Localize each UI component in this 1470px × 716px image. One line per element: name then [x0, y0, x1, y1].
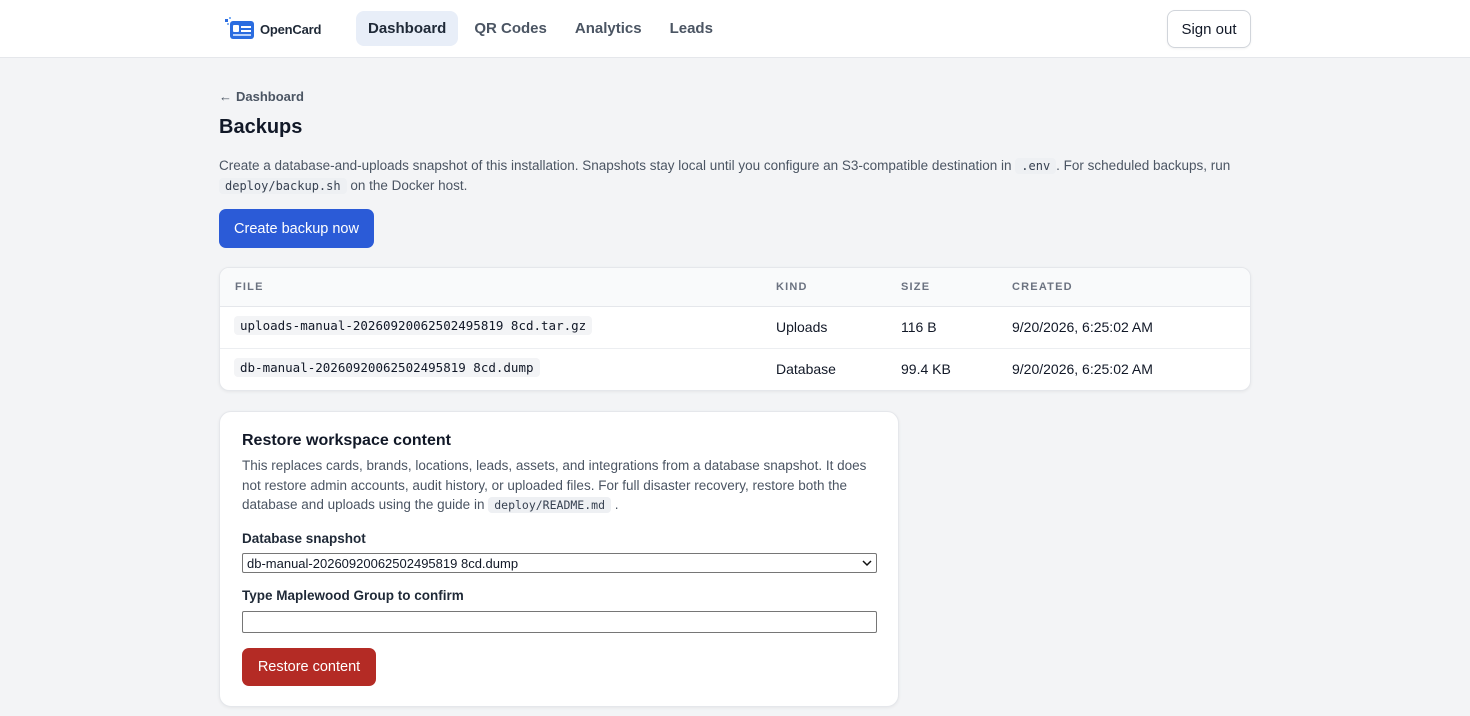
file-cell: uploads-manual-20260920062502495819 8cd.… [234, 316, 593, 335]
restore-panel: Restore workspace content This replaces … [219, 411, 899, 707]
column-header-file: FILE [235, 281, 264, 293]
file-name[interactable]: db-manual-20260920062502495819 8cd.dump [234, 358, 540, 377]
nav-qr-codes[interactable]: QR Codes [462, 11, 559, 46]
table-header: FILE KIND SIZE CREATED [220, 268, 1250, 307]
readme-code: deploy/README.md [488, 497, 611, 513]
confirm-label: Type Maplewood Group to confirm [242, 588, 464, 603]
brand-name: OpenCard [260, 21, 322, 37]
nav-analytics[interactable]: Analytics [563, 11, 654, 46]
file-cell: db-manual-20260920062502495819 8cd.dump [234, 358, 540, 377]
snapshot-label: Database snapshot [242, 531, 366, 546]
size-cell: 99.4 KB [901, 361, 951, 377]
create-backup-button[interactable]: Create backup now [219, 209, 374, 248]
opencard-logo[interactable]: OpenCard [224, 17, 321, 41]
env-code: .env [1015, 158, 1057, 174]
nav-leads[interactable]: Leads [658, 11, 725, 46]
sign-out-button[interactable]: Sign out [1167, 10, 1251, 48]
snapshot-select[interactable]: db-manual-20260920062502495819 8cd.dump [242, 553, 877, 573]
page-description: Create a database-and-uploads snapshot o… [219, 156, 1259, 196]
column-header-kind: KIND [776, 281, 808, 293]
back-link-label: Dashboard [236, 89, 304, 104]
restore-description: This replaces cards, brands, locations, … [242, 456, 882, 516]
snapshot-selected-value: db-manual-20260920062502495819 8cd.dump [247, 555, 519, 571]
table-row[interactable]: uploads-manual-20260920062502495819 8cd.… [220, 307, 1250, 349]
column-header-size: SIZE [901, 281, 931, 293]
restore-content-button[interactable]: Restore content [242, 648, 376, 686]
backups-table: FILE KIND SIZE CREATED uploads-manual-20… [219, 267, 1251, 391]
kind-cell: Database [776, 361, 836, 377]
column-header-created: CREATED [1012, 281, 1073, 293]
nav-dashboard[interactable]: Dashboard [356, 11, 459, 46]
desc-text-2: . For scheduled backups, run [1056, 158, 1231, 173]
restore-title: Restore workspace content [242, 432, 451, 449]
desc-text-1: Create a database-and-uploads snapshot o… [219, 158, 1012, 173]
backup-script-code: deploy/backup.sh [219, 178, 347, 194]
kind-cell: Uploads [776, 319, 828, 335]
card-logo-icon [225, 17, 254, 39]
file-name[interactable]: uploads-manual-20260920062502495819 8cd.… [234, 316, 593, 335]
table-row[interactable]: db-manual-20260920062502495819 8cd.dump … [220, 349, 1250, 390]
back-link[interactable]: ← Dashboard [219, 89, 304, 104]
top-navbar: OpenCard Dashboard QR Codes Analytics Le… [0, 0, 1470, 58]
arrow-left-icon: ← [219, 89, 232, 104]
chevron-down-icon [862, 560, 872, 567]
main-nav: Dashboard QR Codes Analytics Leads [356, 11, 725, 46]
confirm-input[interactable] [242, 611, 877, 633]
created-cell: 9/20/2026, 6:25:02 AM [1012, 319, 1153, 335]
created-cell: 9/20/2026, 6:25:02 AM [1012, 361, 1153, 377]
size-cell: 116 B [901, 319, 937, 335]
desc-text-3: on the Docker host. [350, 178, 468, 193]
restore-desc-text-2: . [614, 497, 619, 512]
page-title: Backups [219, 116, 303, 138]
